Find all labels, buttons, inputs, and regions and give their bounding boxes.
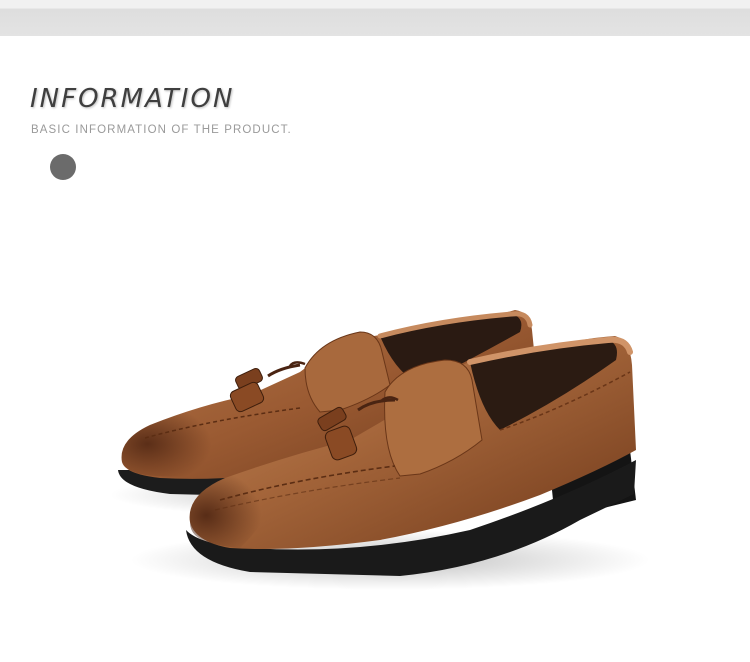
product-image — [110, 310, 650, 590]
